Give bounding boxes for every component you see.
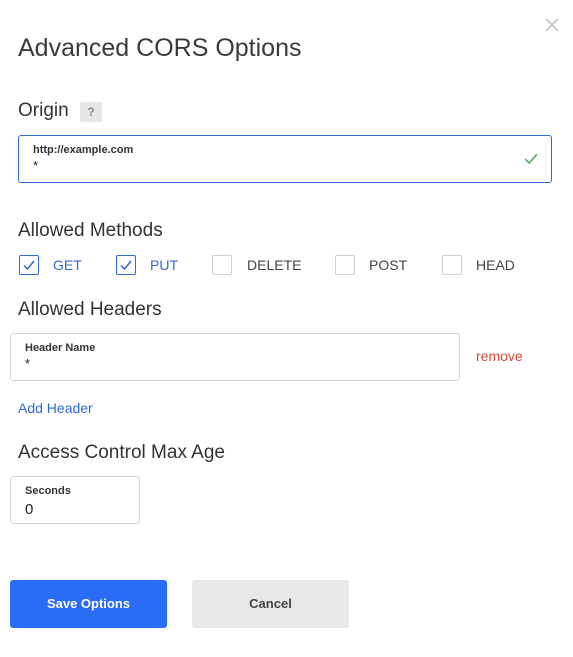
seconds-field-value[interactable]: 0 xyxy=(25,501,33,518)
checkbox-delete[interactable] xyxy=(212,255,232,275)
checkbox-head-label[interactable]: HEAD xyxy=(476,254,515,276)
checkbox-post[interactable] xyxy=(335,255,355,275)
max-age-label: Access Control Max Age xyxy=(18,442,225,463)
header-name-field-label: Header Name xyxy=(25,342,96,354)
checkbox-get-label[interactable]: GET xyxy=(53,254,82,276)
checkmark-icon xyxy=(120,260,132,271)
seconds-field-label: Seconds xyxy=(25,485,71,497)
origin-field[interactable]: http://example.com * xyxy=(18,135,552,183)
header-name-field[interactable]: Header Name * xyxy=(10,333,460,381)
seconds-field[interactable]: Seconds 0 xyxy=(10,476,140,524)
close-icon[interactable] xyxy=(543,16,561,34)
allowed-methods-label: Allowed Methods xyxy=(18,220,163,241)
checkbox-post-label[interactable]: POST xyxy=(369,254,407,276)
origin-label: Origin xyxy=(18,100,69,121)
allowed-headers-label: Allowed Headers xyxy=(18,299,162,320)
remove-header-link[interactable]: remove xyxy=(476,348,523,364)
checkbox-delete-label[interactable]: DELETE xyxy=(247,254,301,276)
add-header-link[interactable]: Add Header xyxy=(18,400,93,416)
save-options-button[interactable]: Save Options xyxy=(10,580,167,628)
help-icon[interactable]: ? xyxy=(80,102,102,122)
header-name-field-value[interactable]: * xyxy=(25,356,30,371)
valid-check-icon xyxy=(524,152,538,166)
origin-field-label: http://example.com xyxy=(33,144,134,156)
dialog-title: Advanced CORS Options xyxy=(18,34,302,62)
checkmark-icon xyxy=(23,260,35,271)
cancel-button[interactable]: Cancel xyxy=(192,580,349,628)
checkbox-head[interactable] xyxy=(442,255,462,275)
checkbox-put[interactable] xyxy=(116,255,136,275)
checkbox-put-label[interactable]: PUT xyxy=(150,254,178,276)
methods-checkbox-row: GET PUT DELETE POST HEAD xyxy=(0,254,573,276)
checkbox-get[interactable] xyxy=(19,255,39,275)
origin-field-value[interactable]: * xyxy=(33,158,38,173)
